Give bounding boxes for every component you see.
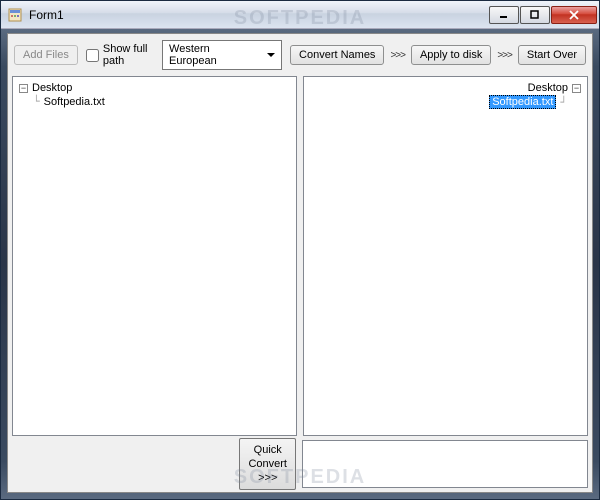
collapse-icon[interactable]: − [19,84,28,93]
window-body: SOFTPEDIA Add Files Show full path Weste… [1,29,599,499]
add-files-button[interactable]: Add Files [14,45,78,65]
toolbar: Add Files Show full path Western Europea… [12,38,588,76]
app-icon [7,7,23,23]
tree-item[interactable]: └ Softpedia.txt [19,95,290,108]
tree-root-label: Desktop [528,82,568,94]
collapse-icon[interactable]: − [572,84,581,93]
window-title: Form1 [29,8,488,22]
show-full-path-label: Show full path [103,43,154,67]
inner-frame: Add Files Show full path Western Europea… [7,33,593,493]
window-controls [488,6,597,24]
quick-convert-button[interactable]: Quick Convert >>> [239,438,296,491]
bottom-left: Quick Convert >>> [12,440,296,488]
close-button[interactable] [551,6,597,24]
show-full-path-input[interactable] [86,49,99,62]
maximize-button[interactable] [520,6,550,24]
tree-root-label: Desktop [32,82,72,94]
right-tree-pane[interactable]: Desktop − Softpedia.txt ┘ [303,76,588,436]
show-full-path-checkbox[interactable]: Show full path [82,43,158,67]
panes: − Desktop └ Softpedia.txt Desktop − Soft… [12,76,588,436]
left-tree-pane[interactable]: − Desktop └ Softpedia.txt [12,76,297,436]
bottom-row: Quick Convert >>> [12,436,588,488]
tree-item-label: Softpedia.txt [44,96,105,108]
tree-item[interactable]: Softpedia.txt ┘ [310,95,581,109]
arrows-icon: >>> [495,50,514,61]
apply-to-disk-button[interactable]: Apply to disk [411,45,491,65]
tree-root[interactable]: Desktop − [310,81,581,95]
app-window: Form1 SOFTPEDIA Add Files Show full path [0,0,600,500]
chevron-down-icon [267,49,275,61]
output-textbox[interactable] [302,440,588,488]
encoding-selected: Western European [169,43,243,67]
tree-line-icon: ┘ [560,96,567,109]
tree-root[interactable]: − Desktop [19,81,290,95]
arrows-icon: >>> [388,50,407,61]
convert-names-button[interactable]: Convert Names [290,45,384,65]
tree-line-icon: └ [33,95,40,108]
titlebar[interactable]: Form1 [1,1,599,29]
minimize-button[interactable] [489,6,519,24]
encoding-dropdown[interactable]: Western European [162,40,282,70]
tree-item-label-selected: Softpedia.txt [489,95,556,109]
start-over-button[interactable]: Start Over [518,45,586,65]
